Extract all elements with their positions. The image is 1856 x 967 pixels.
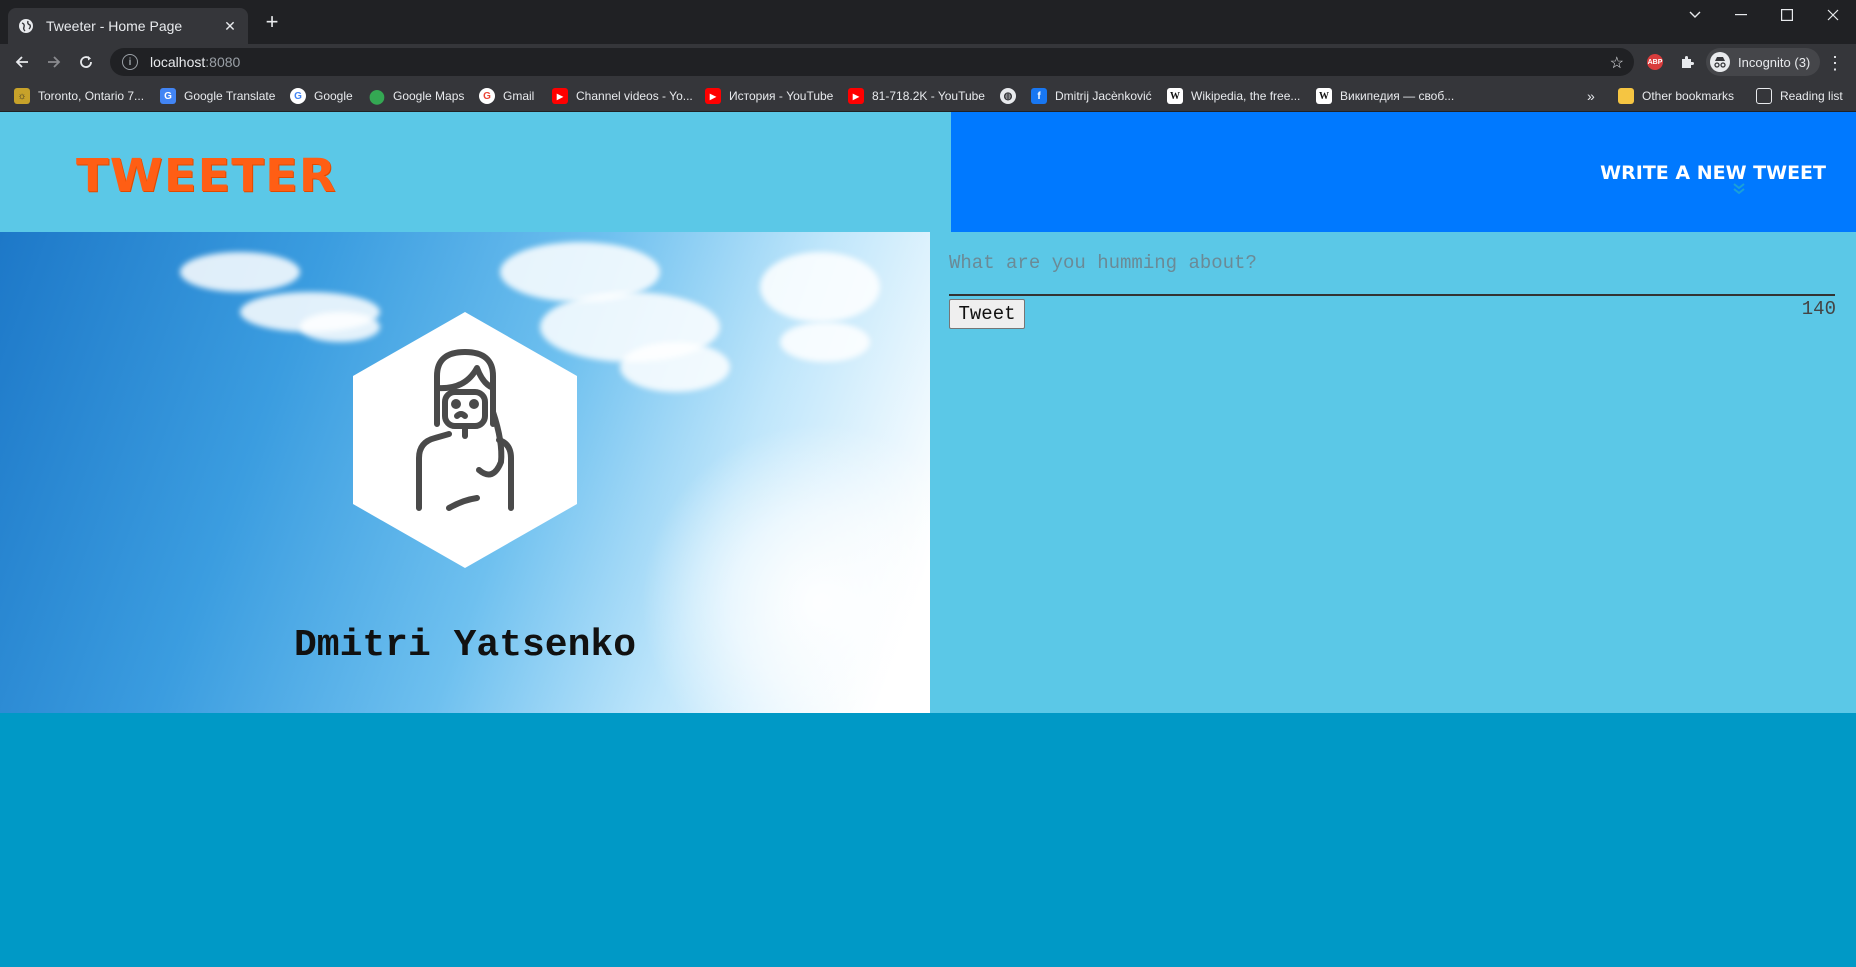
other-bookmarks[interactable]: Other bookmarks	[1618, 86, 1734, 106]
browser-menu-icon[interactable]: ⋮	[1826, 54, 1844, 72]
site-info-icon[interactable]: i	[122, 54, 138, 70]
profile-banner: Dmitri Yatsenko	[0, 232, 930, 713]
bookmark-label: Channel videos - Yo...	[576, 89, 693, 103]
adblock-extension-icon[interactable]: ABP	[1645, 52, 1665, 72]
wikipedia-icon: W	[1316, 88, 1332, 104]
maps-icon: ⬤	[369, 87, 385, 104]
youtube-icon: ▶	[552, 88, 568, 104]
url-host: localhost	[150, 54, 206, 70]
wikipedia-icon: W	[1167, 88, 1183, 104]
bookmark-label: Dmitrij Jacènković	[1055, 89, 1152, 103]
reload-icon[interactable]	[74, 50, 98, 74]
facebook-icon: f	[1031, 88, 1047, 104]
bookmark-label: Google	[314, 89, 353, 103]
bookmark-item[interactable]: ⬤ Google Maps	[369, 86, 464, 106]
profile-label: Incognito (3)	[1738, 54, 1811, 70]
double-chevron-down-icon[interactable]	[1732, 182, 1746, 198]
reading-list[interactable]: Reading list	[1756, 86, 1843, 106]
site-logo[interactable]: TWEETER	[76, 149, 337, 202]
bookmarks-bar: ☼ Toronto, Ontario 7... G Google Translate…	[0, 80, 1856, 112]
tab-strip: Tweeter - Home Page ✕ +	[0, 0, 1856, 44]
cloud	[180, 252, 300, 292]
avatar	[353, 312, 577, 568]
cloud	[620, 342, 730, 392]
tab-search-icon[interactable]	[1672, 0, 1718, 30]
bookmark-item[interactable]: G Google Translate	[160, 86, 275, 106]
forward-icon[interactable]	[42, 50, 66, 74]
cloud	[760, 252, 880, 322]
translate-icon: G	[160, 88, 176, 104]
bookmark-label: Reading list	[1780, 89, 1843, 103]
incognito-icon	[1710, 52, 1730, 72]
bookmark-label: Toronto, Ontario 7...	[38, 89, 145, 103]
google-icon: G	[479, 88, 495, 104]
browser-tab[interactable]: Tweeter - Home Page ✕	[8, 8, 248, 44]
bookmark-item[interactable]: ☼ Toronto, Ontario 7...	[14, 86, 144, 106]
youtube-icon: ▶	[705, 88, 721, 104]
bookmark-label: 81-718.2K - YouTube	[872, 89, 985, 103]
bookmark-label: Gmail	[503, 89, 535, 103]
new-tab-button[interactable]: +	[262, 11, 282, 33]
google-icon: G	[290, 88, 306, 104]
bookmark-item[interactable]: ▶ Channel videos - Yo...	[552, 86, 693, 106]
site-header: TWEETER	[0, 112, 951, 232]
maximize-icon[interactable]	[1764, 0, 1810, 30]
bookmark-item[interactable]: f Dmitrij Jacènković	[1031, 86, 1152, 106]
more-bookmarks-button[interactable]: »	[1587, 86, 1595, 106]
reading-list-icon	[1756, 88, 1772, 104]
bookmark-item[interactable]: G Gmail	[479, 86, 534, 106]
close-tab-icon[interactable]: ✕	[222, 18, 238, 34]
bookmark-label: Other bookmarks	[1642, 89, 1735, 103]
cloud	[780, 322, 870, 362]
bookmark-label: Google Maps	[393, 89, 465, 103]
bookmark-label: История - YouTube	[729, 89, 834, 103]
bookmark-item[interactable]: ▶ 81-718.2K - YouTube	[848, 86, 985, 106]
write-new-tweet-button[interactable]: Write a new tweet	[1600, 162, 1826, 184]
bookmark-label: Google Translate	[184, 89, 276, 103]
tweet-input[interactable]	[949, 242, 1835, 296]
url-port: :8080	[205, 54, 241, 70]
weather-icon: ☼	[14, 88, 30, 104]
bookmark-item[interactable]: ▶ История - YouTube	[705, 86, 833, 106]
minimize-icon[interactable]	[1718, 0, 1764, 30]
bookmark-item[interactable]: W Википедия — своб...	[1316, 86, 1454, 106]
bookmark-label: Википедия — своб...	[1340, 89, 1455, 103]
compose-tweet-section: Tweet 140	[930, 232, 1856, 713]
bookmark-item[interactable]: W Wikipedia, the free...	[1167, 86, 1300, 106]
sun-glow	[640, 422, 930, 713]
globe-icon: ◍	[1000, 88, 1016, 104]
extensions-puzzle-icon[interactable]	[1677, 52, 1697, 72]
bookmark-item[interactable]: G Google	[290, 86, 353, 106]
page: TWEETER Write a new tweet	[0, 112, 1856, 967]
address-bar[interactable]: i localhost:8080 ☆	[110, 48, 1634, 76]
bookmark-label: Wikipedia, the free...	[1191, 89, 1301, 103]
back-icon[interactable]	[10, 50, 34, 74]
folder-icon	[1618, 88, 1634, 104]
nav-bar: Write a new tweet	[951, 112, 1856, 232]
bookmark-item[interactable]: ◍	[1000, 86, 1024, 106]
tab-title: Tweeter - Home Page	[46, 18, 183, 34]
bookmark-star-icon[interactable]: ☆	[1610, 53, 1624, 73]
tweet-button[interactable]: Tweet	[949, 299, 1025, 329]
browser-toolbar: i localhost:8080 ☆ ABP	[0, 44, 1856, 80]
profile-name: Dmitri Yatsenko	[293, 624, 637, 667]
character-counter: 140	[1801, 298, 1836, 320]
globe-icon	[18, 18, 34, 34]
youtube-icon: ▶	[848, 88, 864, 104]
incognito-profile-button[interactable]: Incognito (3)	[1706, 48, 1821, 76]
close-window-icon[interactable]	[1810, 0, 1856, 30]
